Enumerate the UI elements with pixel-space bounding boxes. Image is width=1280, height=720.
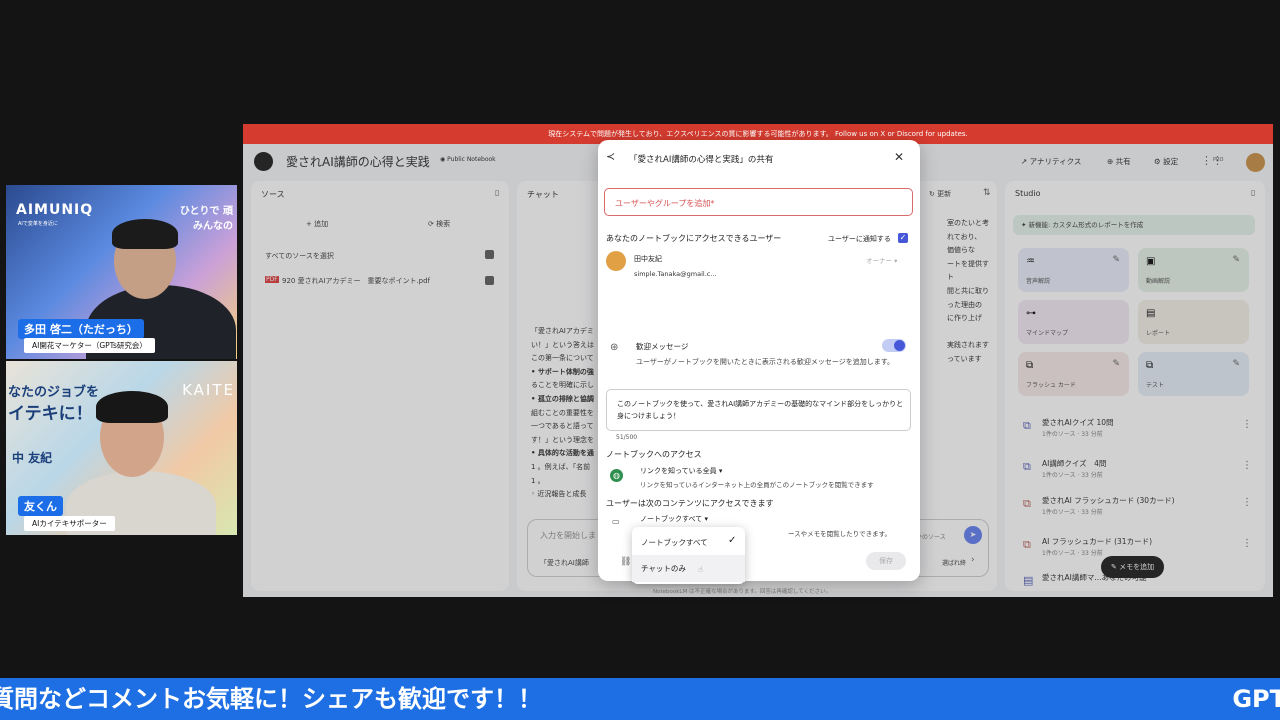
access-select[interactable]: リンクを知っている全員 ▾ bbox=[640, 466, 722, 476]
user-email: simple.Tanaka@gmail.c... bbox=[634, 270, 717, 278]
aimuniq-logo: AIMUNIQ bbox=[16, 202, 94, 218]
dropdown-option-all[interactable]: ノートブックすべて bbox=[641, 537, 708, 548]
welcome-message-icon: ⊛ bbox=[610, 342, 619, 353]
access-desc: リンクを知っているインターネット上の全員がこのノートブックを閲覧できます bbox=[640, 481, 874, 489]
welcome-message-text: このノートブックを使って、愛されAI講師アカデミーの基礎的なマインド部分をしっか… bbox=[617, 400, 904, 420]
background-text: みんなの bbox=[193, 221, 233, 232]
check-icon: ✓ bbox=[728, 535, 737, 546]
content-desc: ースやメモを閲覧したりできます。 bbox=[788, 530, 892, 538]
logo-tagline: AIで変革を身近に bbox=[18, 221, 58, 227]
welcome-toggle[interactable] bbox=[882, 339, 906, 352]
guest-hair bbox=[96, 391, 168, 423]
background-text: 中 友紀 bbox=[12, 451, 53, 465]
host-name-label: 多田 啓二（ただっち） bbox=[18, 319, 144, 339]
content-access-dropdown: ノートブックすべて ✓ チャットのみ ☝ bbox=[632, 527, 745, 584]
comment-ticker: 質問などコメントお気軽に！シェアも歓迎です！！ GPT bbox=[0, 678, 1280, 720]
background-text: なたのジョブを bbox=[8, 385, 100, 400]
notify-checkbox[interactable]: ✓ bbox=[898, 233, 908, 243]
welcome-message-textarea[interactable]: このノートブックを使って、愛されAI講師アカデミーの基礎的なマインド部分をしっか… bbox=[606, 389, 911, 431]
save-button[interactable]: 保存 bbox=[866, 552, 906, 570]
globe-icon: ◍ bbox=[610, 469, 623, 482]
hand-cursor-icon: ☝ bbox=[698, 565, 703, 574]
content-access-title: ユーザーは次のコンテンツにアクセスできます bbox=[606, 499, 774, 508]
background-text: ひとりで 頑 bbox=[179, 206, 233, 217]
background-text: KAITE bbox=[182, 381, 235, 399]
welcome-message-desc: ユーザーがノートブックを開いたときに表示される歓迎メッセージを追加します。 bbox=[636, 358, 895, 366]
content-select[interactable]: ノートブックすべて ▾ bbox=[640, 514, 708, 524]
share-dialog: ≺ 「愛されAI講師の心得と実践」の共有 ✕ ユーザーやグループを追加* あなた… bbox=[598, 140, 920, 581]
host-hair bbox=[112, 219, 178, 249]
background-text: イテキに！ bbox=[8, 404, 93, 424]
notebook-icon: ▭ bbox=[612, 517, 620, 526]
webcam-guest: なたのジョブを イテキに！ KAITE 中 友紀 友くん AIカイテキサポーター bbox=[6, 361, 237, 535]
add-users-placeholder: ユーザーやグループを追加* bbox=[615, 199, 715, 208]
user-role: オーナー ▾ bbox=[866, 257, 898, 265]
user-avatar bbox=[606, 251, 626, 271]
user-name: 田中友紀 bbox=[634, 255, 662, 263]
webcam-host: AIMUNIQ AIで変革を身近に ひとりで 頑 みんなの 多田 啓二（ただっち… bbox=[6, 185, 237, 359]
access-users-label: あなたのノートブックにアクセスできるユーザー bbox=[606, 234, 782, 243]
link-icon[interactable]: ⛓ bbox=[620, 557, 631, 567]
share-icon: ≺ bbox=[606, 150, 616, 163]
welcome-message-title: 歓迎メッセージ bbox=[636, 342, 689, 351]
guest-name-label: 友くん bbox=[18, 496, 63, 516]
ticker-text: 質問などコメントお気軽に！シェアも歓迎です！！ bbox=[0, 685, 542, 713]
close-icon[interactable]: ✕ bbox=[894, 150, 904, 164]
notebook-access-title: ノートブックへのアクセス bbox=[606, 450, 702, 459]
host-role-label: AI開花マーケター（GPTs研究会） bbox=[24, 338, 155, 353]
guest-role-label: AIカイテキサポーター bbox=[24, 516, 115, 531]
char-count: 51/500 bbox=[616, 434, 638, 441]
dropdown-option-chat[interactable]: チャットのみ bbox=[641, 563, 686, 574]
notify-label: ユーザーに通知する bbox=[828, 235, 891, 243]
dialog-title: 「愛されAI講師の心得と実践」の共有 bbox=[629, 155, 774, 165]
add-users-input[interactable]: ユーザーやグループを追加* bbox=[604, 188, 913, 216]
ticker-text-right: GPT bbox=[1232, 685, 1280, 713]
